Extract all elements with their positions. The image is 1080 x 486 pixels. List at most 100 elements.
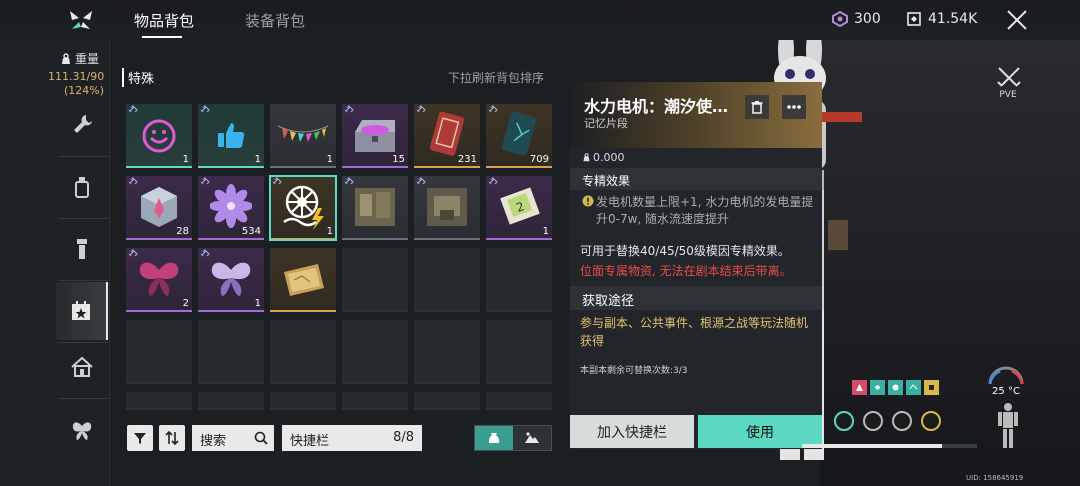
tab-item-bag[interactable]: 物品背包 xyxy=(134,10,194,31)
pve-label: PVE xyxy=(999,90,1017,100)
search-input[interactable]: 搜索 xyxy=(192,425,274,451)
effect-block: 发电机数量上限+1, 水力电机的发电量提升0-7w, 随水流速度提升 xyxy=(582,194,814,228)
weight-icon xyxy=(62,52,70,64)
toggle-terrain-view[interactable] xyxy=(513,426,551,450)
thumbs-up-emote-icon xyxy=(218,123,245,148)
inventory-slot[interactable]: 709 xyxy=(486,104,552,168)
empty-slot[interactable] xyxy=(414,320,480,384)
inventory-slot[interactable]: 231 xyxy=(414,104,480,168)
link-icon xyxy=(416,105,426,113)
weight-amount: 111.31/90 xyxy=(48,70,105,83)
purple-flower-icon xyxy=(210,184,252,228)
filter-button[interactable] xyxy=(127,425,153,451)
discard-button[interactable] xyxy=(745,95,769,119)
status-icon-4 xyxy=(906,380,921,395)
empty-slot[interactable] xyxy=(342,320,408,384)
game-logo-icon[interactable] xyxy=(68,7,94,33)
violet-butterfly-icon xyxy=(211,262,251,296)
quick-action-water[interactable] xyxy=(892,411,912,431)
inventory-slot[interactable] xyxy=(270,248,336,312)
inventory-slot[interactable] xyxy=(414,176,480,240)
butterfly-icon xyxy=(72,422,92,440)
sidebar-item-consumables[interactable] xyxy=(56,158,108,216)
link-icon xyxy=(200,177,210,185)
item-count: 1 xyxy=(254,154,261,165)
more-icon xyxy=(787,105,801,109)
refresh-hint: 下拉刷新背包排序 xyxy=(448,71,545,85)
empty-slot[interactable] xyxy=(342,392,408,410)
weight-header: 重量 xyxy=(60,50,99,67)
detail-title: 水力电机：潮汐使… xyxy=(584,97,729,116)
inventory-slot[interactable] xyxy=(342,176,408,240)
inventory-slot[interactable]: 2 xyxy=(126,248,192,312)
inventory-slot[interactable]: 1 xyxy=(198,248,264,312)
currency-a: 300 xyxy=(832,11,881,27)
detail-weight-value: 0.000 xyxy=(593,151,625,164)
sidebar-item-materials[interactable] xyxy=(56,220,108,278)
body-status-icon[interactable] xyxy=(996,402,1020,450)
inventory-slot[interactable]: 1 xyxy=(198,104,264,168)
more-button[interactable] xyxy=(782,95,806,119)
inventory-slot[interactable]: 28 xyxy=(126,176,192,240)
quickbar-count: 8/8 xyxy=(393,430,414,445)
empty-slot[interactable] xyxy=(270,392,336,410)
inventory-slot-selected[interactable]: 1 xyxy=(269,175,337,241)
stamina-bar xyxy=(802,444,977,448)
inventory-slot[interactable]: 1 xyxy=(126,104,192,168)
acquire-heading: 获取途径 xyxy=(570,286,822,310)
empty-slot[interactable] xyxy=(486,392,552,410)
house-icon xyxy=(71,356,93,377)
item-count: 231 xyxy=(457,154,477,165)
inventory-slot[interactable]: 534 xyxy=(198,176,264,240)
tab-equipment-bag[interactable]: 装备背包 xyxy=(245,10,305,31)
link-icon xyxy=(128,177,138,185)
sidebar-item-tools[interactable] xyxy=(56,96,108,154)
inventory-slot[interactable]: 15 xyxy=(342,104,408,168)
status-icon-2 xyxy=(870,380,885,395)
link-icon xyxy=(128,105,138,113)
empty-slot[interactable] xyxy=(126,392,192,410)
purple-gem-icon xyxy=(832,11,848,27)
empty-slot[interactable] xyxy=(270,320,336,384)
empty-slot[interactable] xyxy=(486,320,552,384)
toggle-bag-view[interactable] xyxy=(475,426,513,450)
quickbar-button[interactable]: 快捷栏 8/8 xyxy=(282,425,422,451)
remaining-replacements: 本副本剩余可替换次数:3/3 xyxy=(580,366,688,376)
sort-button[interactable] xyxy=(159,425,185,451)
wrench-icon xyxy=(74,115,92,133)
pve-swords-icon[interactable] xyxy=(996,66,1022,88)
crystal-cube-icon xyxy=(141,187,177,227)
red-card-icon xyxy=(429,111,465,156)
weight-icon xyxy=(583,153,590,162)
effect-text: 发电机数量上限+1, 水力电机的发电量提升0-7w, 随水流速度提升 xyxy=(596,195,814,226)
sidebar-item-building[interactable] xyxy=(56,338,108,396)
item-count: 15 xyxy=(392,154,405,165)
detail-description: 可用于替换40/45/50级模因专精效果。 xyxy=(580,244,790,258)
weight-percent: (124%) xyxy=(63,84,104,97)
empty-slot[interactable] xyxy=(486,248,552,312)
empty-slot[interactable] xyxy=(198,392,264,410)
calendar-star-icon xyxy=(72,301,90,320)
detail-warning: 位面专属物资, 无法在剧本结束后带离。 xyxy=(580,264,792,278)
water-turbine-icon xyxy=(283,185,324,230)
detail-subtitle: 记忆片段 xyxy=(584,117,628,130)
quick-action-2[interactable] xyxy=(863,411,883,431)
sidebar-item-cosmetics[interactable] xyxy=(56,402,108,460)
quick-action-food[interactable] xyxy=(921,411,941,431)
empty-slot[interactable] xyxy=(198,320,264,384)
currency-a-value: 300 xyxy=(854,11,881,27)
item-count: 1 xyxy=(542,226,549,237)
inventory-slot[interactable]: 2 1 xyxy=(486,176,552,240)
empty-slot[interactable] xyxy=(126,320,192,384)
trash-icon xyxy=(751,101,763,114)
sidebar-item-special[interactable] xyxy=(56,282,108,340)
add-to-quickbar-button[interactable]: 加入快捷栏 xyxy=(570,415,694,448)
inventory-slot[interactable]: 1 xyxy=(270,104,336,168)
section-title: 特殊 xyxy=(122,68,154,87)
empty-slot[interactable] xyxy=(342,248,408,312)
empty-slot[interactable] xyxy=(414,248,480,312)
close-icon[interactable] xyxy=(1006,9,1028,31)
quick-action-bag[interactable] xyxy=(834,411,854,431)
empty-slot[interactable] xyxy=(414,392,480,410)
item-count: 534 xyxy=(241,226,261,237)
